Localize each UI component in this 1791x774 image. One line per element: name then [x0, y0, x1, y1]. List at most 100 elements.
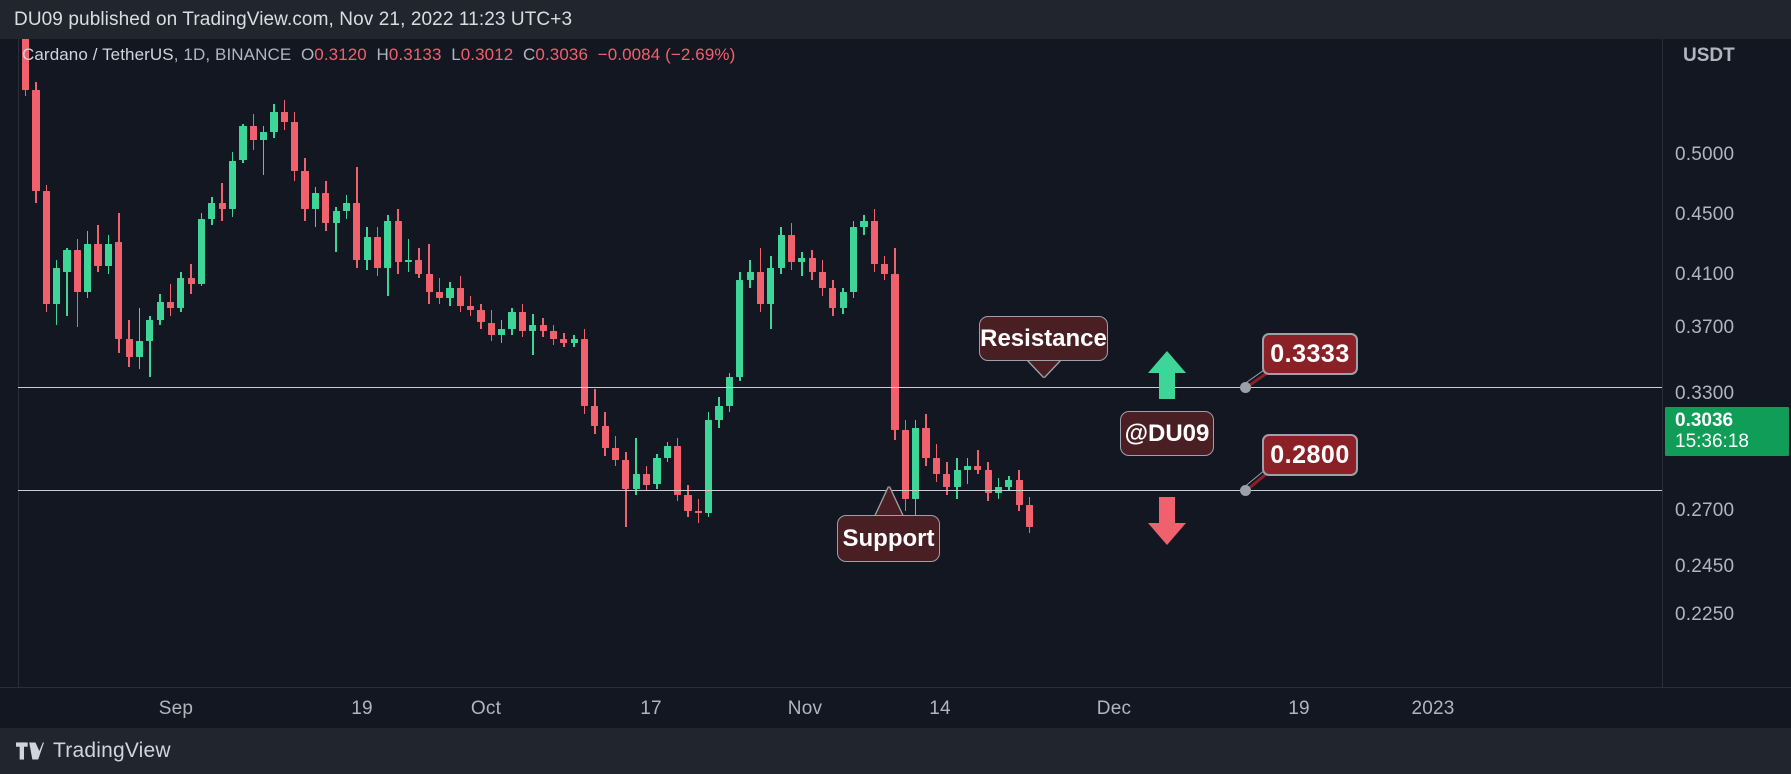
- candle-body: [311, 192, 319, 210]
- candle-wick: [407, 239, 410, 272]
- time-tick: 19: [351, 698, 373, 719]
- candle-body: [808, 257, 816, 272]
- candle-body: [301, 170, 309, 210]
- candle-body: [601, 425, 609, 449]
- resistance-price-tag-label: 0.3333: [1270, 339, 1350, 368]
- candle-body: [570, 338, 578, 343]
- price-tick: 0.2450: [1675, 556, 1735, 577]
- candle-wick: [531, 314, 534, 355]
- candle-body: [104, 243, 112, 266]
- candle-body: [467, 306, 475, 311]
- price-tick: 0.2700: [1675, 500, 1735, 521]
- candle-body: [260, 132, 268, 141]
- time-tick: 19: [1288, 698, 1310, 719]
- candle-body: [115, 241, 123, 339]
- time-tick: Dec: [1096, 698, 1132, 719]
- resistance-level-line[interactable]: [18, 387, 1662, 388]
- support-level-line[interactable]: [18, 490, 1662, 491]
- candle-body: [974, 466, 982, 471]
- candle-body: [653, 458, 661, 485]
- chart-area[interactable]: Resistance Support @DU09 0.3333 0.2800 Carda…: [0, 39, 1791, 727]
- candle-body: [963, 466, 972, 471]
- candle-body: [125, 338, 133, 357]
- price-scale[interactable]: USDT 0.5000 0.4500 0.4100 0.3700 0.3300 0.270…: [1663, 39, 1791, 687]
- attribution-text: DU09 published on TradingView.com, Nov 2…: [14, 8, 573, 30]
- current-price-badge[interactable]: 0.3036 15:36:18: [1665, 407, 1789, 456]
- attribution-bar: DU09 published on TradingView.com, Nov 2…: [0, 0, 1791, 39]
- price-tick: 0.4500: [1675, 204, 1735, 225]
- candle-body: [632, 474, 640, 489]
- legend-exchange: BINANCE: [215, 45, 292, 64]
- candle-body: [404, 259, 413, 262]
- time-tick: 14: [929, 698, 951, 719]
- candle-body: [508, 312, 516, 329]
- candle-body: [953, 470, 961, 487]
- candle-wick: [221, 182, 224, 222]
- candle-body: [322, 192, 330, 224]
- chart-legend: Cardano / TetherUS, 1D, BINANCE O0.3120 …: [22, 45, 736, 64]
- candle-body: [943, 474, 951, 487]
- candle-body: [818, 271, 827, 289]
- legend-high-value: 0.3133: [388, 45, 442, 64]
- candle-body: [487, 322, 495, 335]
- price-tick: 0.3700: [1675, 317, 1735, 338]
- legend-high-label: H: [376, 45, 389, 64]
- resistance-callout-tail: [1026, 359, 1061, 377]
- candle-body: [705, 419, 713, 513]
- tradingview-logo[interactable]: TradingView: [16, 739, 171, 763]
- legend-close-value: 0.3036: [535, 45, 589, 64]
- candle-body: [166, 302, 175, 309]
- candle-body: [860, 221, 868, 228]
- candle-body: [229, 160, 237, 210]
- candle-body: [146, 320, 154, 341]
- candle-body: [684, 494, 692, 511]
- candle-body: [1015, 480, 1023, 505]
- candle-body: [363, 237, 371, 260]
- current-price-countdown: 15:36:18: [1675, 431, 1749, 452]
- candle-body: [643, 474, 651, 485]
- candle-body: [208, 203, 216, 220]
- candle-body: [415, 259, 423, 274]
- current-price-value: 0.3036: [1675, 410, 1734, 431]
- candle-wick: [169, 284, 172, 317]
- candle-body: [332, 211, 340, 224]
- candle-body: [394, 221, 402, 262]
- candle-body: [891, 273, 899, 430]
- candle-body: [518, 312, 526, 331]
- candle-body: [901, 429, 909, 499]
- time-tick: Sep: [158, 698, 194, 719]
- support-price-tag[interactable]: 0.2800: [1262, 434, 1358, 476]
- legend-close-label: C: [523, 45, 536, 64]
- legend-interval[interactable]: 1D: [183, 45, 205, 64]
- candle-body: [218, 203, 226, 210]
- legend-symbol[interactable]: Cardano / TetherUS: [22, 45, 174, 64]
- resistance-price-tag-anchor-dot[interactable]: [1240, 382, 1251, 393]
- price-tick: 0.2250: [1675, 604, 1735, 625]
- support-price-tag-anchor-dot[interactable]: [1240, 485, 1251, 496]
- candle-body: [746, 271, 754, 280]
- candle-body: [787, 235, 796, 262]
- time-tick: Oct: [470, 698, 502, 719]
- candle-body: [539, 324, 547, 331]
- time-scale[interactable]: Sep 19 Oct 17 Nov 14 Dec 19 2023: [0, 688, 1791, 728]
- candle-body: [42, 190, 50, 305]
- candle-body: [53, 267, 61, 305]
- resistance-callout[interactable]: Resistance: [979, 316, 1108, 361]
- candle-body: [591, 405, 599, 426]
- candle-body: [881, 263, 889, 274]
- candle-body: [1005, 480, 1013, 487]
- candle-body: [850, 227, 858, 293]
- resistance-price-tag[interactable]: 0.3333: [1262, 333, 1358, 375]
- candle-body: [798, 257, 806, 262]
- price-tick: 0.3300: [1675, 383, 1735, 404]
- candle-body: [839, 292, 847, 309]
- candle-body: [384, 221, 392, 268]
- candle-body: [239, 126, 247, 161]
- candle-body: [529, 324, 537, 331]
- support-callout[interactable]: Support: [837, 515, 940, 562]
- candle-body: [611, 448, 620, 461]
- candlestick-plot[interactable]: Resistance Support @DU09 0.3333 0.2800: [0, 39, 1662, 687]
- author-handle-callout-label: @DU09: [1124, 419, 1210, 447]
- author-handle-callout[interactable]: @DU09: [1120, 411, 1214, 456]
- candle-body: [932, 458, 940, 475]
